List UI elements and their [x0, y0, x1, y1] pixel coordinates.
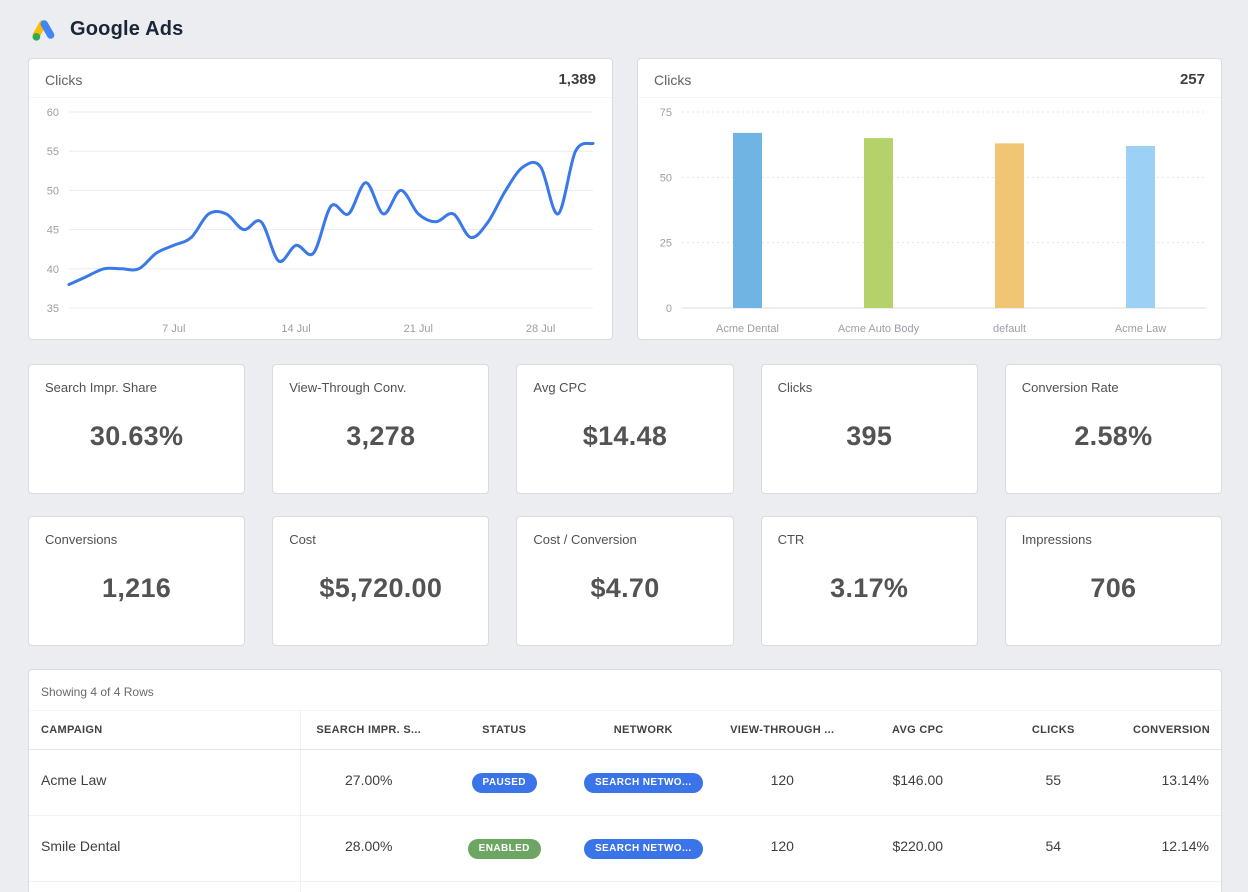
svg-text:21 Jul: 21 Jul [404, 323, 433, 335]
chart-total-value: 1,389 [558, 71, 596, 88]
kpi-value: 706 [1022, 547, 1205, 630]
kpi-row-1: Search Impr. Share 30.63% View-Through C… [28, 364, 1222, 494]
column-header-status: STATUS [436, 710, 571, 750]
clicks-line-chart: 35 40 45 50 55 60 7 Jul 14 Jul 21 Jul 28 Jul [29, 98, 611, 340]
kpi-card-clicks: Clicks 395 [761, 364, 978, 494]
kpi-value: $14.48 [533, 395, 716, 478]
kpi-label: Conversions [45, 532, 228, 547]
kpi-value: 1,216 [45, 547, 228, 630]
kpi-label: Cost / Conversion [533, 532, 716, 547]
kpi-card-cost-per-conversion: Cost / Conversion $4.70 [516, 516, 733, 646]
table-row-partial [301, 882, 1221, 892]
clicks-line-chart-card: Clicks 1,389 35 40 45 50 55 60 7 Jul 14 Jul 21 J… [28, 58, 613, 340]
kpi-label: CTR [778, 532, 961, 547]
clicks-cell: 54 [986, 816, 1122, 882]
svg-text:14 Jul: 14 Jul [281, 323, 310, 335]
campaign-name-cell: Smile Dental [29, 816, 301, 882]
kpi-value: 3.17% [778, 547, 961, 630]
column-header-avg-cpc: AVG CPC [850, 710, 985, 750]
chart-header: Clicks 257 [638, 59, 1221, 98]
column-header-view-through: VIEW-THROUGH ... [715, 710, 850, 750]
kpi-card-ctr: CTR 3.17% [761, 516, 978, 646]
clicks-bar-chart-card: Clicks 257 0 25 50 75 Acme Dental Acme Auto B… [637, 58, 1222, 340]
status-cell: PAUSED [436, 750, 571, 816]
campaigns-table-card: Showing 4 of 4 Rows CAMPAIGN SEARCH IMPR… [28, 669, 1222, 892]
column-header-conversion: CONVERSION [1121, 710, 1221, 750]
avg-cpc-cell: $220.00 [850, 816, 985, 882]
svg-text:28 Jul: 28 Jul [526, 323, 555, 335]
kpi-value: 3,278 [289, 395, 472, 478]
kpi-label: Conversion Rate [1022, 380, 1205, 395]
kpi-card-avg-cpc: Avg CPC $14.48 [516, 364, 733, 494]
svg-text:Acme Dental: Acme Dental [716, 323, 779, 335]
search-impr-share-cell: 27.00% [301, 750, 436, 816]
network-badge: SEARCH NETWO... [584, 839, 703, 859]
network-badge: SEARCH NETWO... [584, 773, 703, 793]
kpi-value: 395 [778, 395, 961, 478]
app-title: Google Ads [70, 18, 183, 41]
campaigns-table: CAMPAIGN SEARCH IMPR. S... STATUS NETWOR… [29, 710, 1221, 892]
kpi-card-search-impr-share: Search Impr. Share 30.63% [28, 364, 245, 494]
status-badge: ENABLED [468, 839, 541, 859]
svg-text:50: 50 [47, 185, 59, 197]
kpi-card-impressions: Impressions 706 [1005, 516, 1222, 646]
kpi-label: View-Through Conv. [289, 380, 472, 395]
chart-header: Clicks 1,389 [29, 59, 612, 98]
svg-text:40: 40 [47, 264, 59, 276]
svg-text:0: 0 [666, 303, 672, 315]
kpi-label: Search Impr. Share [45, 380, 228, 395]
avg-cpc-cell: $146.00 [850, 750, 985, 816]
campaign-name-cell: Acme Law [29, 750, 301, 816]
search-impr-share-cell: 28.00% [301, 816, 436, 882]
charts-row: Clicks 1,389 35 40 45 50 55 60 7 Jul 14 Jul 21 J… [28, 58, 1222, 340]
chart-total-value: 257 [1180, 71, 1205, 88]
kpi-label: Impressions [1022, 532, 1205, 547]
network-cell: SEARCH NETWO... [572, 750, 715, 816]
svg-text:50: 50 [660, 172, 672, 184]
kpi-label: Avg CPC [533, 380, 716, 395]
kpi-row-2: Conversions 1,216 Cost $5,720.00 Cost / … [28, 516, 1222, 646]
status-badge: PAUSED [472, 773, 537, 793]
google-ads-logo-icon [30, 16, 57, 43]
chart-title: Clicks [654, 72, 691, 88]
table-row-partial [29, 882, 301, 892]
kpi-value: $5,720.00 [289, 547, 472, 630]
svg-text:75: 75 [660, 107, 672, 119]
conversion-cell: 13.14% [1121, 750, 1221, 816]
app-header: Google Ads [28, 0, 1222, 58]
kpi-card-conversions: Conversions 1,216 [28, 516, 245, 646]
clicks-by-campaign-bar-chart: 0 25 50 75 Acme Dental Acme Auto Body default A… [638, 98, 1222, 340]
kpi-card-conversion-rate: Conversion Rate 2.58% [1005, 364, 1222, 494]
svg-text:60: 60 [47, 107, 59, 119]
kpi-card-view-through-conv: View-Through Conv. 3,278 [272, 364, 489, 494]
column-header-clicks: CLICKS [986, 710, 1122, 750]
clicks-cell: 55 [986, 750, 1122, 816]
network-cell: SEARCH NETWO... [572, 816, 715, 882]
svg-text:25: 25 [660, 238, 672, 250]
svg-text:default: default [993, 323, 1026, 335]
svg-text:7 Jul: 7 Jul [162, 323, 185, 335]
kpi-card-cost: Cost $5,720.00 [272, 516, 489, 646]
view-through-cell: 120 [715, 816, 850, 882]
kpi-value: 30.63% [45, 395, 228, 478]
kpi-label: Cost [289, 532, 472, 547]
svg-text:45: 45 [47, 225, 59, 237]
svg-text:35: 35 [47, 303, 59, 315]
view-through-cell: 120 [715, 750, 850, 816]
svg-text:Acme Law: Acme Law [1115, 323, 1166, 335]
kpi-value: 2.58% [1022, 395, 1205, 478]
dashboard-page: Google Ads Clicks 1,389 35 40 45 50 55 60 7 Ju… [0, 0, 1248, 892]
column-header-campaign: CAMPAIGN [29, 710, 301, 750]
column-header-network: NETWORK [572, 710, 715, 750]
kpi-label: Clicks [778, 380, 961, 395]
svg-text:Acme Auto Body: Acme Auto Body [838, 323, 920, 335]
svg-text:55: 55 [47, 146, 59, 158]
kpi-value: $4.70 [533, 547, 716, 630]
status-cell: ENABLED [436, 816, 571, 882]
conversion-cell: 12.14% [1121, 816, 1221, 882]
table-summary: Showing 4 of 4 Rows [29, 670, 1221, 710]
chart-title: Clicks [45, 72, 82, 88]
column-header-search-impr-share: SEARCH IMPR. S... [301, 710, 436, 750]
